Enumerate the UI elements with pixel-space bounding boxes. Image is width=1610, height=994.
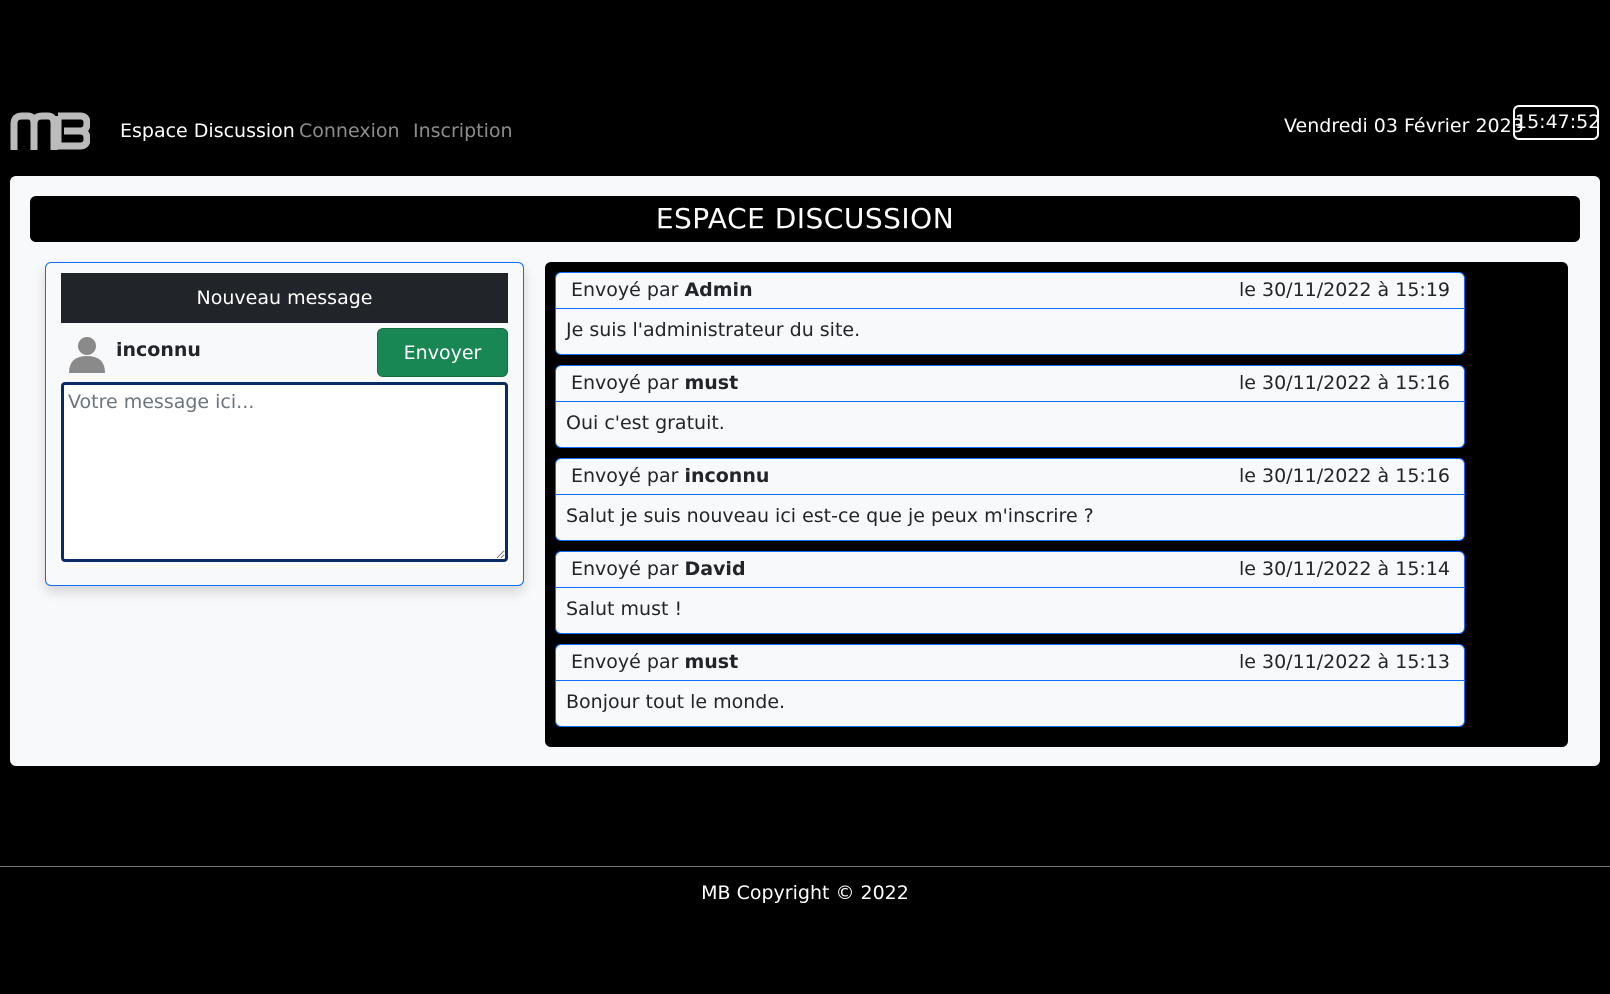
sent-by-label: Envoyé par bbox=[571, 465, 679, 487]
footer-divider bbox=[0, 866, 1610, 867]
message-header: Envoyé par inconnu le 30/11/2022 à 15:16 bbox=[556, 459, 1464, 495]
send-button[interactable]: Envoyer bbox=[377, 328, 508, 377]
new-message-card: Nouveau message inconnu Envoyer bbox=[45, 262, 524, 586]
nav-espace-discussion[interactable]: Espace Discussion bbox=[120, 120, 295, 142]
message-sender: Envoyé par David bbox=[571, 558, 746, 580]
page-title: ESPACE DISCUSSION bbox=[30, 196, 1580, 242]
message-header: Envoyé par David le 30/11/2022 à 15:14 bbox=[556, 552, 1464, 588]
footer-copyright: MB Copyright © 2022 bbox=[701, 882, 909, 904]
sent-by-label: Envoyé par bbox=[571, 372, 679, 394]
sent-by-label: Envoyé par bbox=[571, 279, 679, 301]
message-sender: Envoyé par Admin bbox=[571, 279, 753, 301]
message-text: Salut je suis nouveau ici est-ce que je … bbox=[566, 505, 1094, 527]
new-message-header: Nouveau message bbox=[61, 273, 508, 323]
nav-inscription[interactable]: Inscription bbox=[413, 120, 513, 142]
message-author: must bbox=[684, 651, 739, 673]
message-date: le 30/11/2022 à 15:19 bbox=[1239, 279, 1450, 301]
message-card: Envoyé par David le 30/11/2022 à 15:14 S… bbox=[555, 551, 1465, 634]
message-header: Envoyé par must le 30/11/2022 à 15:13 bbox=[556, 645, 1464, 681]
top-navbar: Espace Discussion Connexion Inscription … bbox=[0, 100, 1610, 162]
nav-connexion[interactable]: Connexion bbox=[299, 120, 400, 142]
message-card: Envoyé par inconnu le 30/11/2022 à 15:16… bbox=[555, 458, 1465, 541]
message-header: Envoyé par Admin le 30/11/2022 à 15:19 bbox=[556, 273, 1464, 309]
message-author: must bbox=[684, 372, 739, 394]
message-text: Oui c'est gratuit. bbox=[566, 412, 725, 434]
message-text: Salut must ! bbox=[566, 598, 683, 620]
main-panel: ESPACE DISCUSSION Nouveau message inconn… bbox=[10, 176, 1600, 766]
user-avatar-icon bbox=[69, 337, 105, 373]
messages-list: Envoyé par Admin le 30/11/2022 à 15:19 J… bbox=[545, 262, 1568, 747]
message-sender: Envoyé par must bbox=[571, 372, 738, 394]
message-date: le 30/11/2022 à 15:16 bbox=[1239, 465, 1450, 487]
message-date: le 30/11/2022 à 15:13 bbox=[1239, 651, 1450, 673]
message-sender: Envoyé par must bbox=[571, 651, 738, 673]
sent-by-label: Envoyé par bbox=[571, 558, 679, 580]
message-card: Envoyé par must le 30/11/2022 à 15:13 Bo… bbox=[555, 644, 1465, 727]
message-header: Envoyé par must le 30/11/2022 à 15:16 bbox=[556, 366, 1464, 402]
message-card: Envoyé par must le 30/11/2022 à 15:16 Ou… bbox=[555, 365, 1465, 448]
message-sender: Envoyé par inconnu bbox=[571, 465, 769, 487]
message-author: inconnu bbox=[684, 465, 770, 487]
brand-logo[interactable] bbox=[10, 112, 90, 150]
message-text: Je suis l'administrateur du site. bbox=[566, 319, 861, 341]
message-input[interactable] bbox=[61, 382, 508, 562]
message-date: le 30/11/2022 à 15:14 bbox=[1239, 558, 1450, 580]
message-card: Envoyé par Admin le 30/11/2022 à 15:19 J… bbox=[555, 272, 1465, 355]
message-text: Bonjour tout le monde. bbox=[566, 691, 786, 713]
current-time: 15:47:52 bbox=[1513, 105, 1600, 140]
message-author: Admin bbox=[684, 279, 753, 301]
current-username: inconnu bbox=[116, 339, 201, 361]
message-author: David bbox=[684, 558, 746, 580]
message-date: le 30/11/2022 à 15:16 bbox=[1239, 372, 1450, 394]
current-date: Vendredi 03 Février 2023 bbox=[1284, 115, 1524, 137]
sent-by-label: Envoyé par bbox=[571, 651, 679, 673]
